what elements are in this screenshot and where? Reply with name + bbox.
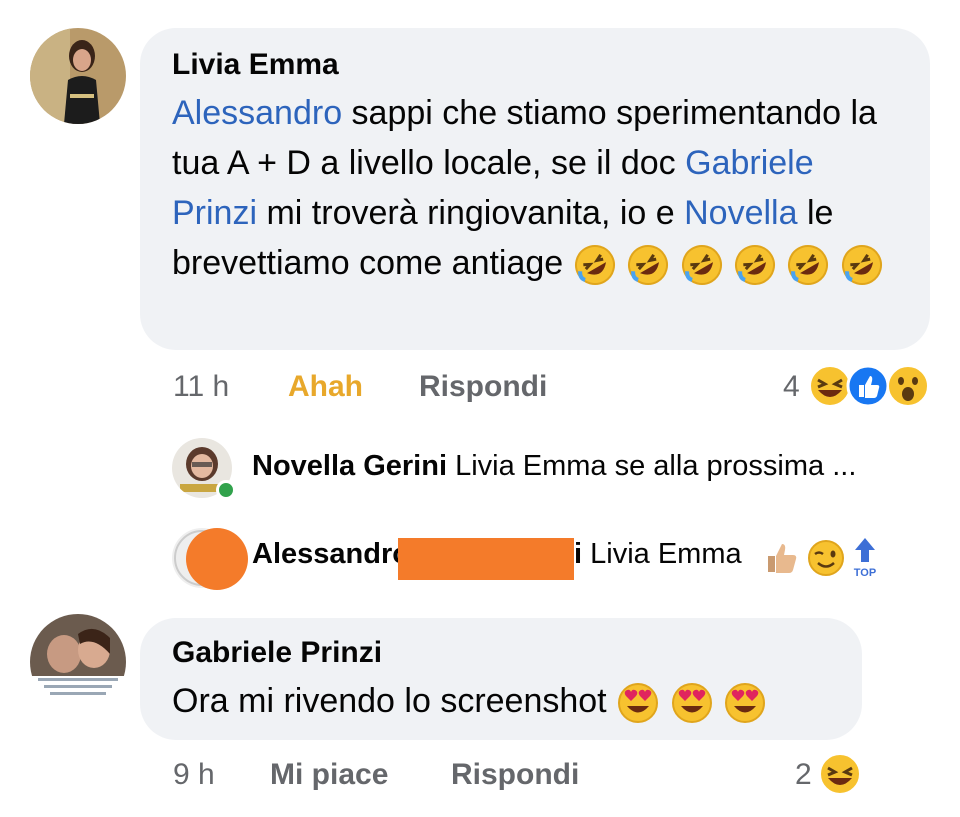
redaction-bar: [398, 538, 574, 580]
reply-preview-alessandro[interactable]: Alessandro: [252, 538, 410, 571]
comment-bubble-livia: Livia Emma Alessandro sappi che stiamo s…: [140, 28, 930, 350]
avatar-livia-emma[interactable]: [30, 28, 126, 124]
heart-eyes-icon: [725, 683, 765, 724]
reply-author[interactable]: Novella Gerini: [252, 450, 447, 482]
comment-text: Alessandro sappi che stiamo sperimentand…: [172, 88, 900, 288]
wink-icon: [808, 540, 844, 576]
reply-emojis: TOP: [762, 536, 882, 580]
heart-eyes-icon: [618, 683, 659, 724]
avatar-gabriele-prinzi[interactable]: [30, 614, 126, 710]
rofl-emoji-row: [573, 244, 884, 286]
rolling-laughing-icon: [841, 245, 882, 286]
reply-button[interactable]: Rispondi: [451, 758, 579, 792]
top-arrow-icon: TOP: [854, 538, 876, 579]
rolling-laughing-icon: [788, 245, 829, 286]
rolling-laughing-icon: [574, 245, 615, 286]
avatar-photo: [30, 614, 126, 710]
reply-button[interactable]: Rispondi: [419, 370, 547, 404]
reply-preview-alessandro-tail: i Livia Emma: [574, 538, 742, 571]
thumbs-up-icon: [768, 544, 797, 573]
comment-author[interactable]: Livia Emma: [172, 48, 900, 82]
reaction-summary[interactable]: [818, 752, 862, 796]
like-reaction-icon: [846, 364, 890, 408]
comment-author[interactable]: Gabriele Prinzi: [172, 636, 832, 670]
comment-text: Ora mi rivendo lo screenshot: [172, 676, 832, 726]
reply-preview-text: Livia Emma se alla prossima ...: [455, 450, 857, 482]
heart-eyes-icon: [671, 683, 712, 724]
reply-preview-text: Livia Emma: [590, 538, 742, 570]
rolling-laughing-icon: [681, 245, 722, 286]
like-button[interactable]: Mi piace: [270, 758, 388, 792]
avatar-photo: [30, 28, 126, 124]
redaction-blob: [186, 528, 248, 590]
reaction-summary[interactable]: [808, 364, 932, 408]
svg-text:TOP: TOP: [854, 567, 876, 579]
comment-bubble-gabriele: Gabriele Prinzi Ora mi rivendo lo screen…: [140, 618, 862, 740]
reaction-count[interactable]: 2: [795, 758, 812, 792]
comment-time[interactable]: 11 h: [173, 370, 229, 404]
reply-preview-novella[interactable]: Novella Gerini Livia Emma se alla prossi…: [252, 450, 856, 483]
mention-novella[interactable]: Novella: [684, 194, 797, 232]
reply-author[interactable]: Alessandro: [252, 538, 410, 570]
rolling-laughing-icon: [735, 245, 776, 286]
reaction-count[interactable]: 4: [783, 370, 800, 404]
reply-author-suffix: i: [574, 538, 583, 570]
wow-reaction-icon: [887, 365, 929, 407]
rolling-laughing-icon: [628, 245, 669, 286]
online-indicator: [216, 480, 236, 500]
haha-reaction-icon: [819, 753, 861, 795]
heart-eyes-emoji-row: [616, 682, 767, 724]
reaction-ahah-button[interactable]: Ahah: [288, 370, 363, 404]
comment-time[interactable]: 9 h: [173, 758, 215, 792]
mention-alessandro[interactable]: Alessandro: [172, 94, 342, 132]
